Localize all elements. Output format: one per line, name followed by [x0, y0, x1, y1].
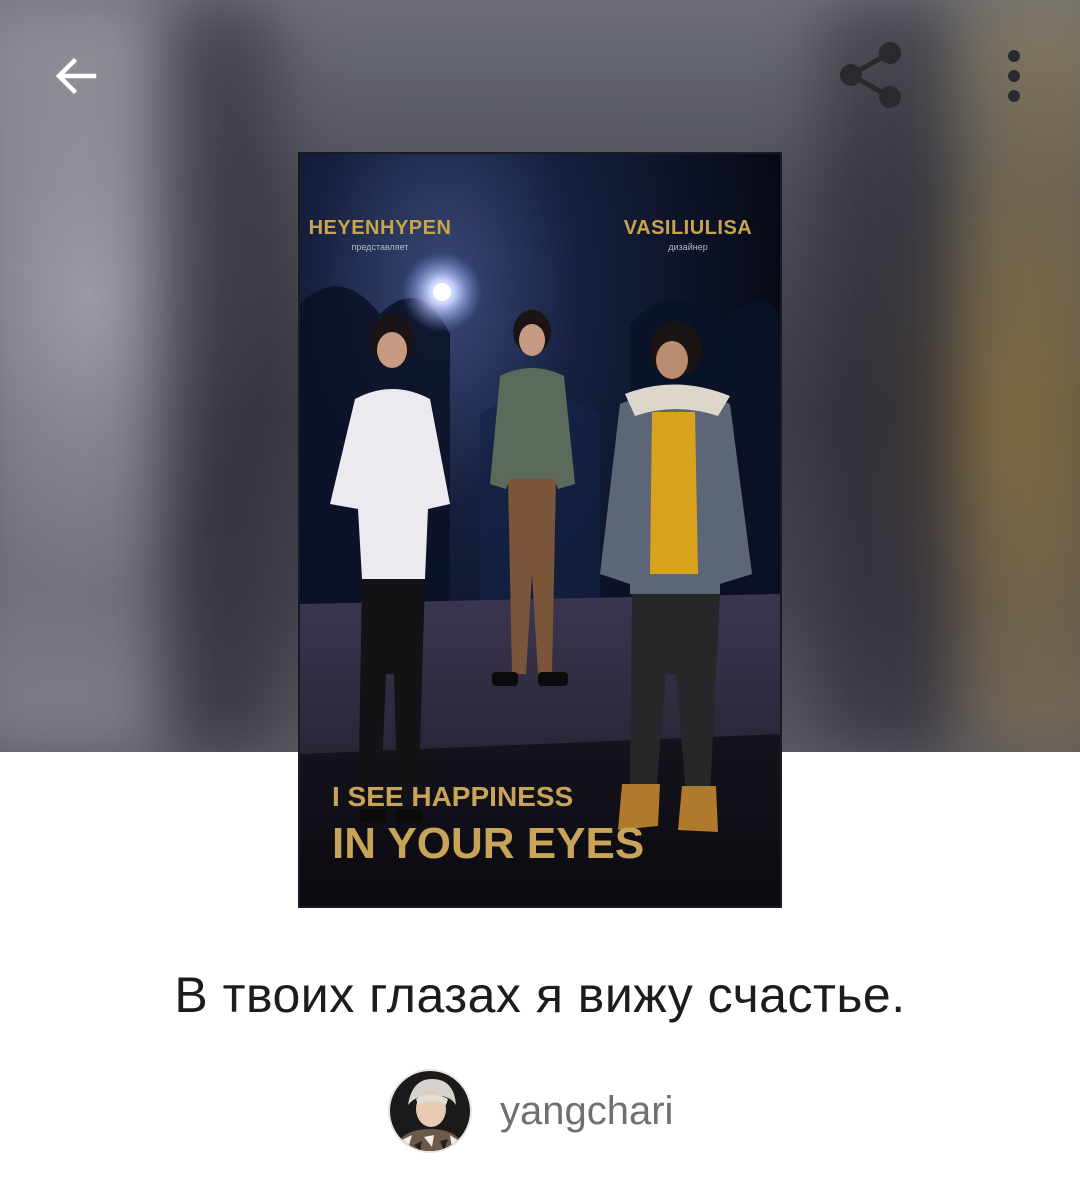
arrow-left-icon: [55, 57, 97, 95]
avatar[interactable]: [388, 1069, 472, 1153]
more-options-button[interactable]: [984, 40, 1044, 112]
cover-artwork: HEYENHYPEN представляет VASILIULISA диза…: [300, 154, 780, 906]
share-button[interactable]: [830, 36, 914, 114]
book-cover[interactable]: HEYENHYPEN представляет VASILIULISA диза…: [298, 152, 782, 908]
share-icon: [840, 42, 901, 108]
cover-headline: IN YOUR EYES: [332, 819, 644, 868]
story-detail-screen: HEYENHYPEN представляет VASILIULISA диза…: [0, 0, 1080, 1182]
avatar-image: [390, 1071, 470, 1151]
back-button[interactable]: [40, 40, 112, 112]
author-link[interactable]: yangchari: [388, 1068, 673, 1154]
more-vertical-icon: [1008, 50, 1020, 102]
cover-left-credit-sub: представляет: [352, 242, 409, 252]
cover-left-credit: HEYENHYPEN: [309, 217, 452, 239]
story-title: В твоих глазах я вижу счастье.: [174, 967, 906, 1023]
cover-right-credit-sub: дизайнер: [668, 242, 707, 252]
cover-right-credit: VASILIULISA: [624, 217, 752, 239]
cover-tagline: I SEE HAPPINESS: [332, 781, 573, 812]
author-name[interactable]: yangchari: [500, 1089, 673, 1134]
